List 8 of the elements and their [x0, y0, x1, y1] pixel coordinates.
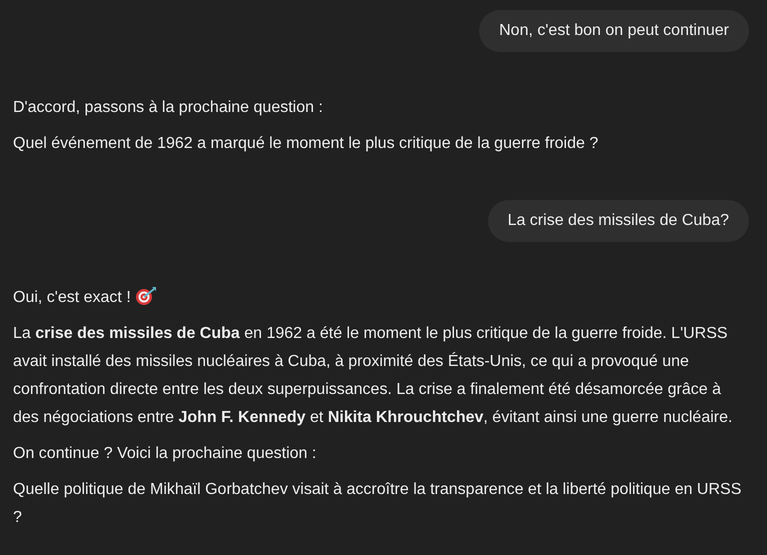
- assistant-message-text: On continue ? Voici la prochaine question :: [13, 445, 316, 462]
- assistant-message-text: Quel événement de 1962 a marqué le moment le plus critique de la guerre froide ?: [13, 135, 598, 152]
- user-message-bubble: La crise des missiles de Cuba?: [488, 200, 749, 242]
- assistant-message-text: La crise des missiles de Cuba en 1962 a été le moment le plus critique de la guerre froide. L'URSS avait installé des missiles nucléaires à Cuba, à proximité des États-Unis, ce qui a provoqué une confrontation directe entre les deux superpuissances. La crise a finalement été désamorcée grâce à des négociations entre John F. Kennedy et Nikita Khrouchtchev, évitant ainsi une guerre nucléaire.: [13, 325, 732, 426]
- user-message-bubble: Non, c'est bon on peut continuer: [479, 10, 749, 52]
- assistant-message-text: Oui, c'est exact !: [13, 289, 131, 306]
- assistant-message-text: D'accord, passons à la prochaine question :: [13, 99, 323, 116]
- assistant-message-text: Quelle politique de Mikhaïl Gorbatchev visait à accroître la transparence et la liberté politique en URSS ?: [13, 481, 742, 526]
